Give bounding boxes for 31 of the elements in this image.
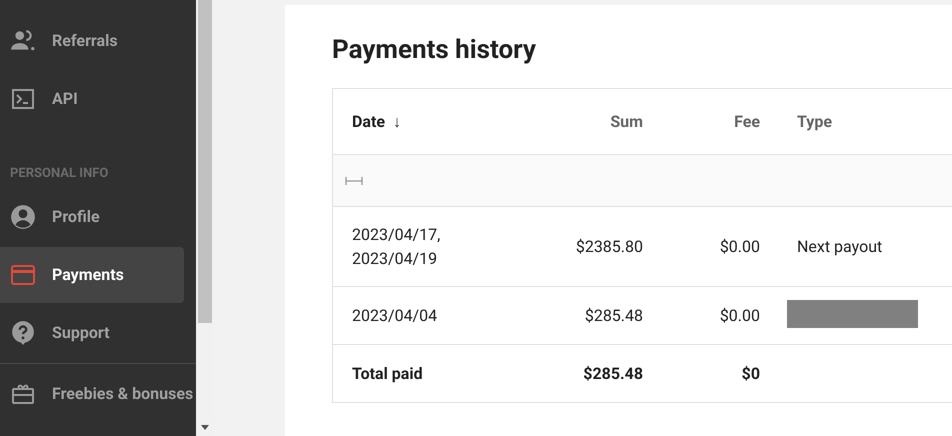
sidebar-item[interactable]: Payments [0, 247, 184, 303]
table-cell-text: $285.48 [584, 304, 643, 326]
page-title: Payments history [332, 34, 536, 67]
sidebar-item[interactable]: API [0, 71, 196, 127]
sort-indicator[interactable]: ↓ [393, 110, 402, 134]
sidebar-item[interactable]: Support [0, 305, 196, 361]
table-cell-text: $285.48 [583, 362, 643, 384]
table-cell-text: $0.00 [720, 236, 760, 258]
table-cell-text: $2385.80 [576, 236, 643, 258]
column-header: Type [797, 110, 832, 132]
scrollbar-thumb[interactable] [198, 0, 212, 323]
table-cell-text: Total paid [352, 362, 423, 384]
sidebar-item[interactable]: Freebies & bonuses [0, 366, 196, 422]
table-cell-text: 2023/04/04 [352, 304, 438, 326]
card-icon [11, 263, 35, 287]
table-cell-text: Next payout [797, 236, 882, 258]
section-header: PERSONAL INFO [10, 164, 108, 182]
column-header: Sum [610, 110, 643, 132]
help-icon [10, 320, 36, 346]
sidebar-item[interactable]: Profile [0, 189, 196, 245]
terminal-icon [11, 87, 35, 111]
column-header: Fee [734, 110, 760, 132]
table-cell-text: 2023/04/17, 2023/04/19 [352, 224, 440, 270]
scroll-down-icon[interactable] [201, 425, 209, 430]
table-cell-text: $0.00 [720, 304, 760, 326]
column-resize-icon[interactable] [345, 176, 363, 184]
table-cell-text: $0 [742, 362, 760, 384]
person-icon [10, 204, 36, 230]
sidebar-item[interactable]: Referrals [0, 13, 196, 69]
gift-icon [11, 382, 35, 406]
column-header: Date [352, 110, 386, 132]
